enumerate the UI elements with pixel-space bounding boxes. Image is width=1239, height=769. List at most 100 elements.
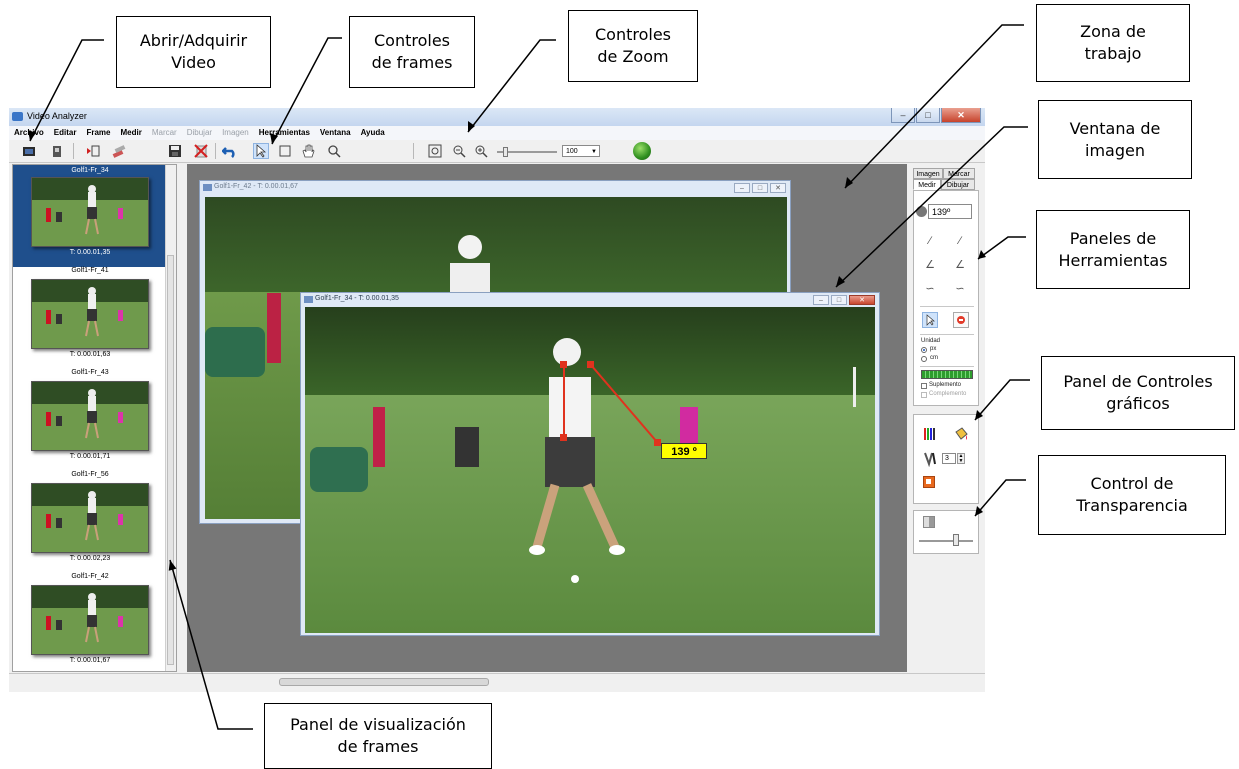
save-icon[interactable] xyxy=(167,143,183,159)
pointer-icon[interactable] xyxy=(253,143,269,159)
zoom-slider[interactable] xyxy=(497,147,557,157)
rectangle-select-icon[interactable] xyxy=(277,143,293,159)
close-button[interactable]: ✕ xyxy=(849,295,875,305)
menu-imagen[interactable]: Imagen xyxy=(217,126,254,140)
stepper-arrows-icon[interactable]: ▲ ▼ xyxy=(957,453,965,464)
frame-time: T: 0.00.02,23 xyxy=(69,555,111,562)
line-width-icon[interactable] xyxy=(923,451,939,468)
callout-visualizacion-frames: Panel de visualización de frames xyxy=(264,703,492,769)
angle-measure-alt-icon[interactable]: ∠ xyxy=(953,258,967,272)
maximize-button[interactable]: □ xyxy=(916,108,940,123)
line-measure-alt-icon[interactable]: ∕ xyxy=(953,234,967,248)
color-level-bar xyxy=(921,370,973,379)
unit-cm-radio[interactable] xyxy=(921,356,927,362)
image-window-controls: – □ ✕ xyxy=(813,295,875,305)
suplemento-checkbox[interactable] xyxy=(921,383,927,389)
unit-px-radio[interactable] xyxy=(921,347,927,353)
angle-measure-icon[interactable]: ∠ xyxy=(923,258,937,272)
polyline-measure-alt-icon[interactable]: ∽ xyxy=(953,282,967,296)
zoom-level-select[interactable]: 100 ▼ xyxy=(562,145,600,157)
app-title: Video Analyzer xyxy=(27,111,87,121)
tab-marcar[interactable]: Marcar xyxy=(943,168,975,179)
menu-archivo[interactable]: Archivo xyxy=(9,126,49,140)
video-analyzer-window: Video Analyzer – □ ✕ Archivo Editar Fram… xyxy=(9,108,985,692)
tab-dibujar[interactable]: Dibujar xyxy=(941,179,975,190)
frame-name: Golf1-Fr_34 xyxy=(71,167,109,174)
maximize-button[interactable]: □ xyxy=(831,295,847,305)
frame-time: T: 0.00.01,67 xyxy=(69,657,111,664)
hand-pan-icon[interactable] xyxy=(300,143,316,159)
title-bar: Video Analyzer – □ ✕ xyxy=(9,108,985,126)
image-window-controls: – □ ✕ xyxy=(734,183,786,193)
color-swatch-icon[interactable] xyxy=(923,476,935,488)
angle-value-field[interactable]: 139º xyxy=(928,204,972,219)
play-frame-icon[interactable] xyxy=(85,143,101,159)
frame-item[interactable]: Golf1-Fr_34 T: 0.00.01,35 xyxy=(13,165,167,267)
frames-scrollbar[interactable] xyxy=(165,165,176,671)
image-window-icon xyxy=(203,184,212,191)
menu-ayuda[interactable]: Ayuda xyxy=(356,126,390,140)
zoom-fit-icon[interactable] xyxy=(427,143,443,159)
select-tool-icon[interactable] xyxy=(922,312,938,328)
globe-icon[interactable] xyxy=(633,142,651,160)
close-button[interactable]: ✕ xyxy=(941,108,981,123)
menu-editar[interactable]: Editar xyxy=(49,126,82,140)
minimize-button[interactable]: – xyxy=(734,183,750,193)
menu-frame[interactable]: Frame xyxy=(81,126,115,140)
erase-measure-icon[interactable] xyxy=(953,312,969,328)
frame-item[interactable]: Golf1-Fr_43 T: 0.00.01,71 xyxy=(13,369,167,471)
frame-name: Golf1-Fr_41 xyxy=(71,267,109,274)
menu-bar: Archivo Editar Frame Medir Marcar Dibuja… xyxy=(9,126,985,140)
callout-abrir-video: Abrir/Adquirir Video xyxy=(116,16,271,88)
close-button[interactable]: ✕ xyxy=(770,183,786,193)
callout-paneles-herramientas: Paneles de Herramientas xyxy=(1036,210,1190,289)
frame-item[interactable]: Golf1-Fr_41 T: 0.00.01,63 xyxy=(13,267,167,369)
minimize-button[interactable]: – xyxy=(891,108,915,123)
acquire-video-icon[interactable] xyxy=(49,143,65,159)
app-icon xyxy=(12,112,23,121)
transparency-slider-knob[interactable] xyxy=(953,534,959,546)
delete-icon[interactable] xyxy=(193,143,209,159)
tab-imagen[interactable]: Imagen xyxy=(913,168,943,179)
magnifier-icon[interactable] xyxy=(326,143,342,159)
frame-thumbnail xyxy=(31,585,149,655)
complemento-checkbox[interactable] xyxy=(921,392,927,398)
workspace[interactable]: Golf1-Fr_42 - T: 0.00.01,67 – □ ✕ Golf1-… xyxy=(187,164,907,672)
menu-herramientas[interactable]: Herramientas xyxy=(254,126,315,140)
frames-scrollbar-thumb[interactable] xyxy=(167,255,174,665)
polyline-measure-icon[interactable]: ∽ xyxy=(923,282,937,296)
tab-medir[interactable]: Medir xyxy=(913,179,941,190)
pen-colors-icon[interactable] xyxy=(923,426,939,442)
chevron-down-icon: ▼ xyxy=(591,149,597,155)
tool-panel: Imagen Marcar Medir Dibujar 139º ∕ ∕ ∠ ∠… xyxy=(909,164,981,672)
frame-time: T: 0.00.01,71 xyxy=(69,453,111,460)
menu-dibujar[interactable]: Dibujar xyxy=(182,126,217,140)
image-window-front[interactable]: Golf1-Fr_34 - T: 0.00.01,35 – □ ✕ 139 º xyxy=(300,292,880,636)
menu-ventana[interactable]: Ventana xyxy=(315,126,356,140)
frame-thumbnail xyxy=(31,483,149,553)
zoom-in-icon[interactable] xyxy=(473,143,489,159)
line-measure-icon[interactable]: ∕ xyxy=(923,234,937,248)
open-video-icon[interactable] xyxy=(21,143,37,159)
unit-cm-label: cm xyxy=(930,355,938,361)
horizontal-scrollbar[interactable] xyxy=(279,678,489,686)
undo-icon[interactable] xyxy=(222,143,238,159)
menu-medir[interactable]: Medir xyxy=(115,126,146,140)
zoom-slider-knob[interactable] xyxy=(503,147,508,157)
zoom-out-icon[interactable] xyxy=(451,143,467,159)
maximize-button[interactable]: □ xyxy=(752,183,768,193)
frame-item[interactable]: Golf1-Fr_56 T: 0.00.02,23 xyxy=(13,471,167,573)
line-width-stepper[interactable]: 3 xyxy=(942,453,956,464)
golf-frame-image xyxy=(305,307,875,633)
frame-thumbnail xyxy=(31,381,149,451)
frame-thumbnail xyxy=(31,279,149,349)
frames-icon[interactable] xyxy=(111,143,127,159)
menu-marcar[interactable]: Marcar xyxy=(147,126,182,140)
suplemento-label: Suplemento xyxy=(929,382,962,388)
frame-name: Golf1-Fr_43 xyxy=(71,369,109,376)
frame-name: Golf1-Fr_42 xyxy=(71,573,109,580)
minimize-button[interactable]: – xyxy=(813,295,829,305)
frame-item[interactable]: Golf1-Fr_42 T: 0.00.01,67 xyxy=(13,573,167,671)
angle-label: 139 º xyxy=(661,443,707,459)
fill-bucket-icon[interactable] xyxy=(953,426,969,442)
